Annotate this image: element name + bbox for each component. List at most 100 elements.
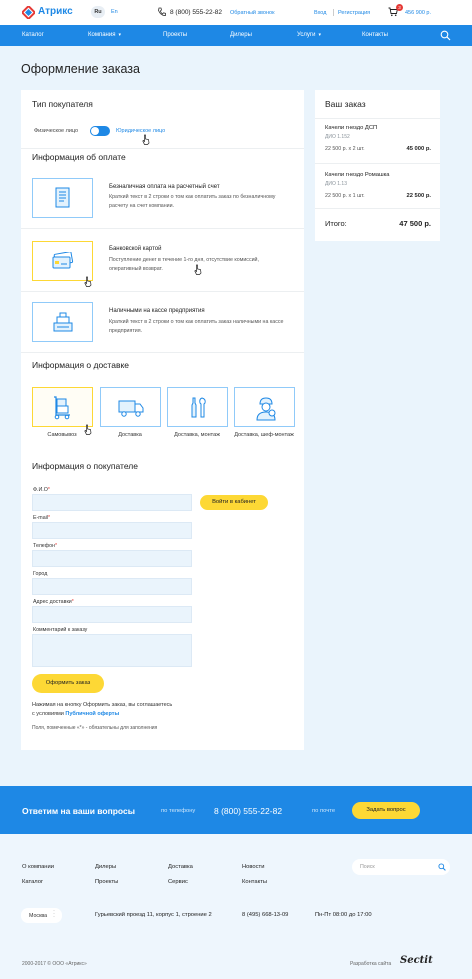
delivery-option-supervised-install[interactable] xyxy=(234,387,295,427)
search-icon[interactable] xyxy=(440,30,451,41)
divider xyxy=(21,291,304,292)
hand-cursor-icon xyxy=(84,276,92,287)
toggle-knob xyxy=(91,127,99,135)
nav-catalog[interactable]: Каталог xyxy=(22,32,44,38)
band-phone[interactable]: 8 (800) 555-22-82 xyxy=(214,806,282,816)
phone-input[interactable] xyxy=(32,550,192,567)
buyer-type-title: Тип покупателя xyxy=(32,99,93,109)
divider xyxy=(315,118,440,119)
bank-card-icon xyxy=(52,252,74,269)
developer-logo[interactable]: Sectit xyxy=(400,955,433,966)
comment-textarea[interactable] xyxy=(32,634,192,667)
order-total-value: 47 500 р. xyxy=(399,219,431,228)
login-link[interactable]: Вход xyxy=(314,10,326,16)
footer-link[interactable]: Сервис xyxy=(168,879,188,885)
divider xyxy=(21,148,304,149)
divider xyxy=(333,9,334,16)
delivery-truck-icon xyxy=(118,400,144,417)
email-input[interactable] xyxy=(32,522,192,539)
field-label-text: Город xyxy=(33,571,48,577)
footer-phone[interactable]: 8 (495) 668-13-09 xyxy=(242,912,288,918)
nav-contacts[interactable]: Контакты xyxy=(362,32,388,38)
search-icon[interactable] xyxy=(438,863,446,871)
engineer-icon xyxy=(256,397,276,421)
register-link[interactable]: Регистрация xyxy=(338,10,370,16)
ask-question-button[interactable]: Задать вопрос xyxy=(352,802,420,819)
footer-link[interactable]: Контакты xyxy=(242,879,267,885)
required-note: Поля, помеченные «*» - обязательны для з… xyxy=(32,725,158,731)
copyright: 2000-2017 © ООО «Атрикс» xyxy=(22,961,87,967)
invoice-icon xyxy=(55,187,70,208)
more-vertical-icon: · · · xyxy=(53,908,55,920)
callback-link[interactable]: Обратный звонок xyxy=(230,10,274,16)
delivery-option-delivery[interactable] xyxy=(100,387,161,427)
order-item-code: ДИО 1.152 xyxy=(325,134,350,140)
lang-ru-button[interactable]: Ru xyxy=(91,6,105,18)
public-offer-link[interactable]: Публичной оферты xyxy=(65,711,119,717)
field-label-text: Адрес доставки xyxy=(33,599,72,605)
legal-label[interactable]: Юридическое лицо xyxy=(116,128,165,134)
nav-projects[interactable]: Проекты xyxy=(163,32,187,38)
name-input[interactable] xyxy=(32,494,192,511)
city-input[interactable] xyxy=(32,578,192,595)
footer-link[interactable]: Доставка xyxy=(168,864,193,870)
logo-icon xyxy=(22,6,35,19)
delivery-option-install[interactable] xyxy=(167,387,228,427)
required-mark: * xyxy=(48,515,51,521)
agree-text-line2: с условиями Публичной оферты xyxy=(32,711,119,717)
phone-icon xyxy=(158,7,166,16)
field-label-city: Город xyxy=(33,571,47,577)
footer-link[interactable]: Новости xyxy=(242,864,264,870)
city-select[interactable]: Москва · · · xyxy=(21,908,62,923)
required-mark: * xyxy=(47,487,50,493)
order-item-name[interactable]: Качели гнездо ДСП xyxy=(325,125,377,131)
agree-text: Нажимая на кнопку Оформить заказ, вы сог… xyxy=(32,702,173,708)
city-select-value: Москва xyxy=(29,912,48,919)
login-cabinet-button[interactable]: Войти в кабинет xyxy=(200,495,268,510)
cart-count-badge: 3 xyxy=(396,4,403,11)
nav-services[interactable]: Услуги ▾ xyxy=(297,32,321,38)
band-by-mail: по почте xyxy=(312,808,336,814)
delivery-option-label: Доставка, шеф-монтаж xyxy=(234,432,294,438)
footer-link[interactable]: Каталог xyxy=(22,879,43,885)
developer-label: Разработка сайта xyxy=(350,961,392,967)
cash-register-icon xyxy=(53,312,73,332)
cart-total[interactable]: 456 900 р. xyxy=(405,10,431,16)
delivery-option-label: Доставка, монтаж xyxy=(174,432,220,438)
order-item-name[interactable]: Качели гнездо Ромашка xyxy=(325,172,390,178)
order-item-qty: 22 500 р. x 2 шт. xyxy=(325,146,365,152)
buyer-type-toggle[interactable] xyxy=(90,126,110,136)
footer-link[interactable]: Проекты xyxy=(95,879,118,885)
footer-link[interactable]: О компании xyxy=(22,864,54,870)
top-bar: Атрикс Ru En 8 (800) 555-22-82 Обратный … xyxy=(0,0,472,25)
payment-title: Информация об оплате xyxy=(32,152,126,162)
brand-name[interactable]: Атрикс xyxy=(38,6,73,17)
submit-order-button[interactable]: Оформить заказ xyxy=(32,674,104,693)
divider xyxy=(315,208,440,209)
delivery-option-pickup[interactable] xyxy=(32,387,93,427)
chevron-down-icon: ▾ xyxy=(318,32,321,38)
header-phone[interactable]: 8 (800) 555-22-82 xyxy=(170,9,222,16)
chevron-down-icon: ▾ xyxy=(118,32,121,38)
nav-company[interactable]: Компания ▾ xyxy=(88,32,121,38)
individual-label[interactable]: Физическое лицо xyxy=(34,128,78,134)
field-label-phone: Телефон* xyxy=(33,543,57,549)
band-title: Ответим на ваши вопросы xyxy=(22,806,135,816)
lang-en-button[interactable]: En xyxy=(111,9,118,15)
tools-icon xyxy=(191,397,206,418)
hand-truck-icon xyxy=(54,396,70,420)
payment-option-desc: Краткий текст в 2 строки о том как оплат… xyxy=(109,194,276,209)
address-input[interactable] xyxy=(32,606,192,623)
order-title: Ваш заказ xyxy=(325,99,366,109)
payment-option-card[interactable] xyxy=(32,241,93,281)
buyer-info-title: Информация о покупателе xyxy=(32,461,138,471)
footer-link[interactable]: Дилеры xyxy=(95,864,116,870)
field-label-text: E-mail xyxy=(33,515,49,521)
footer-search-input[interactable]: Поиск xyxy=(352,859,450,875)
field-label-email: E-mail* xyxy=(33,515,50,521)
payment-option-cash[interactable] xyxy=(32,302,93,342)
field-label-name: Ф.И.О* xyxy=(33,487,50,493)
nav-dealers[interactable]: Дилеры xyxy=(230,32,252,38)
footer-address: Гурьевский проезд 11, корпус 1, строение… xyxy=(95,912,212,918)
payment-option-invoice[interactable] xyxy=(32,178,93,218)
